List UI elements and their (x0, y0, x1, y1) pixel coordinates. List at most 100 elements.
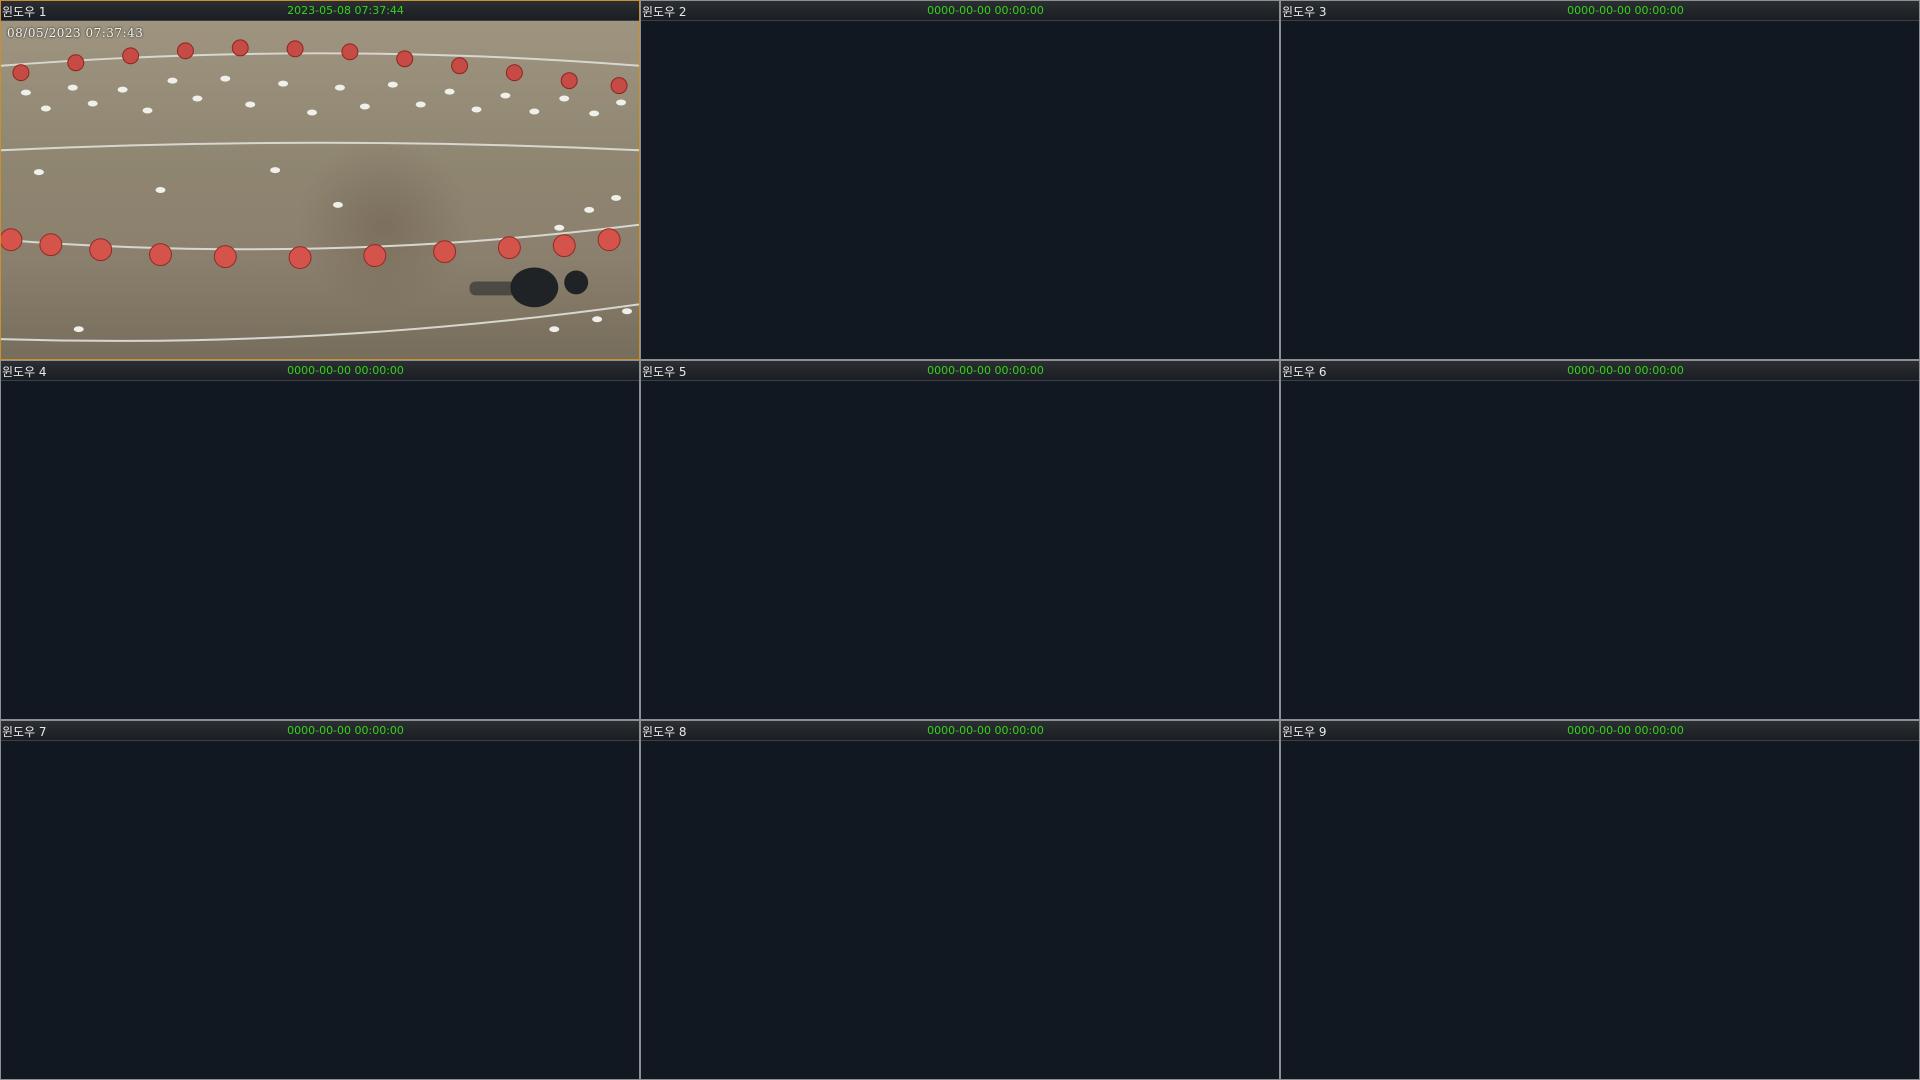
window-7-title: 윈도우 7 (2, 725, 47, 739)
window-1-timestamp: 2023-05-08 07:37:44 (287, 4, 404, 17)
chicken (549, 326, 560, 333)
chicken (73, 326, 84, 333)
window-1[interactable]: 윈도우 1 2023-05-08 07:37:44 08/05/2023 07:… (0, 0, 640, 360)
person (469, 267, 589, 308)
window-4-video[interactable] (1, 381, 639, 719)
chicken (220, 75, 231, 82)
feeder (396, 50, 414, 68)
chicken (584, 206, 595, 213)
window-8-video[interactable] (641, 741, 1279, 1079)
feeder (12, 64, 30, 82)
window-2-title: 윈도우 2 (642, 5, 687, 19)
window-7-header: 윈도우 7 0000-00-00 00:00:00 (1, 721, 639, 741)
feeder (67, 54, 85, 72)
window-2[interactable]: 윈도우 2 0000-00-00 00:00:00 (640, 0, 1280, 360)
chicken (387, 81, 398, 88)
chicken (500, 92, 511, 99)
feed-line-lower (1, 303, 639, 342)
window-3-timestamp: 0000-00-00 00:00:00 (1567, 4, 1684, 17)
window-4[interactable]: 윈도우 4 0000-00-00 00:00:00 (0, 360, 640, 720)
window-7-video[interactable] (1, 741, 639, 1079)
person-head (564, 270, 589, 295)
window-8-title: 윈도우 8 (642, 725, 687, 739)
chicken (471, 106, 482, 113)
chicken (589, 110, 600, 117)
window-7-timestamp: 0000-00-00 00:00:00 (287, 724, 404, 737)
feeder (149, 243, 172, 267)
chicken (611, 194, 622, 201)
window-1-header: 윈도우 1 2023-05-08 07:37:44 (1, 1, 639, 21)
feeder (122, 47, 140, 65)
chicken (307, 109, 318, 116)
red-feeders-top (12, 39, 628, 95)
chicken (117, 86, 128, 93)
chicken (444, 88, 455, 95)
feeder (505, 64, 523, 82)
chicken (270, 167, 281, 174)
window-4-title: 윈도우 4 (2, 365, 47, 379)
window-5[interactable]: 윈도우 5 0000-00-00 00:00:00 (640, 360, 1280, 720)
window-6[interactable]: 윈도우 6 0000-00-00 00:00:00 (1280, 360, 1920, 720)
feed-line-top (1, 52, 639, 67)
feeder (497, 236, 521, 260)
camera-overlay-time: 08/05/2023 07:37:43 (7, 26, 144, 40)
camera-feed: 08/05/2023 07:37:43 (1, 21, 639, 359)
chicken (155, 187, 166, 193)
window-2-timestamp: 0000-00-00 00:00:00 (927, 4, 1044, 17)
window-1-title: 윈도우 1 (2, 5, 47, 19)
chicken (592, 316, 603, 323)
chicken (415, 101, 426, 108)
chicken (334, 84, 345, 91)
window-9-timestamp: 0000-00-00 00:00:00 (1567, 724, 1684, 737)
window-9-header: 윈도우 9 0000-00-00 00:00:00 (1281, 721, 1919, 741)
feeder (89, 238, 113, 262)
chicken (40, 105, 51, 112)
chicken (359, 103, 370, 110)
window-4-header: 윈도우 4 0000-00-00 00:00:00 (1, 361, 639, 381)
window-5-timestamp: 0000-00-00 00:00:00 (927, 364, 1044, 377)
chicken (332, 201, 343, 208)
chicken (142, 107, 153, 114)
person-shadow (469, 281, 522, 296)
feeder (39, 233, 63, 257)
window-2-video[interactable] (641, 21, 1279, 359)
window-4-timestamp: 0000-00-00 00:00:00 (287, 364, 404, 377)
window-6-header: 윈도우 6 0000-00-00 00:00:00 (1281, 361, 1919, 381)
chicken (278, 80, 289, 87)
feeder (176, 42, 194, 60)
chicken (616, 99, 627, 106)
window-5-video[interactable] (641, 381, 1279, 719)
feeder (451, 57, 469, 75)
chicken (87, 100, 98, 107)
feeder (363, 244, 387, 268)
chicken (20, 89, 31, 96)
window-8[interactable]: 윈도우 8 0000-00-00 00:00:00 (640, 720, 1280, 1080)
chicken (245, 101, 256, 108)
feeder (552, 234, 576, 258)
chicken (554, 224, 565, 231)
window-9-title: 윈도우 9 (1282, 725, 1327, 739)
chicken (559, 95, 570, 102)
window-6-video[interactable] (1281, 381, 1919, 719)
window-9-video[interactable] (1281, 741, 1919, 1079)
window-9[interactable]: 윈도우 9 0000-00-00 00:00:00 (1280, 720, 1920, 1080)
feeder (610, 77, 628, 95)
window-2-header: 윈도우 2 0000-00-00 00:00:00 (641, 1, 1279, 21)
feeder (286, 40, 304, 58)
window-1-video[interactable]: 08/05/2023 07:37:43 (1, 21, 639, 359)
window-7[interactable]: 윈도우 7 0000-00-00 00:00:00 (0, 720, 640, 1080)
window-3-title: 윈도우 3 (1282, 5, 1327, 19)
window-6-title: 윈도우 6 (1282, 365, 1327, 379)
window-3-video[interactable] (1281, 21, 1919, 359)
feeder (288, 246, 312, 270)
poultry-house-scene (1, 39, 639, 342)
window-3-header: 윈도우 3 0000-00-00 00:00:00 (1281, 1, 1919, 21)
chicken (33, 169, 44, 176)
window-5-title: 윈도우 5 (642, 365, 687, 379)
feeder (560, 72, 578, 90)
feed-line-middle (1, 141, 639, 152)
chicken (529, 108, 540, 115)
feeder (231, 39, 249, 57)
window-3[interactable]: 윈도우 3 0000-00-00 00:00:00 (1280, 0, 1920, 360)
window-8-timestamp: 0000-00-00 00:00:00 (927, 724, 1044, 737)
